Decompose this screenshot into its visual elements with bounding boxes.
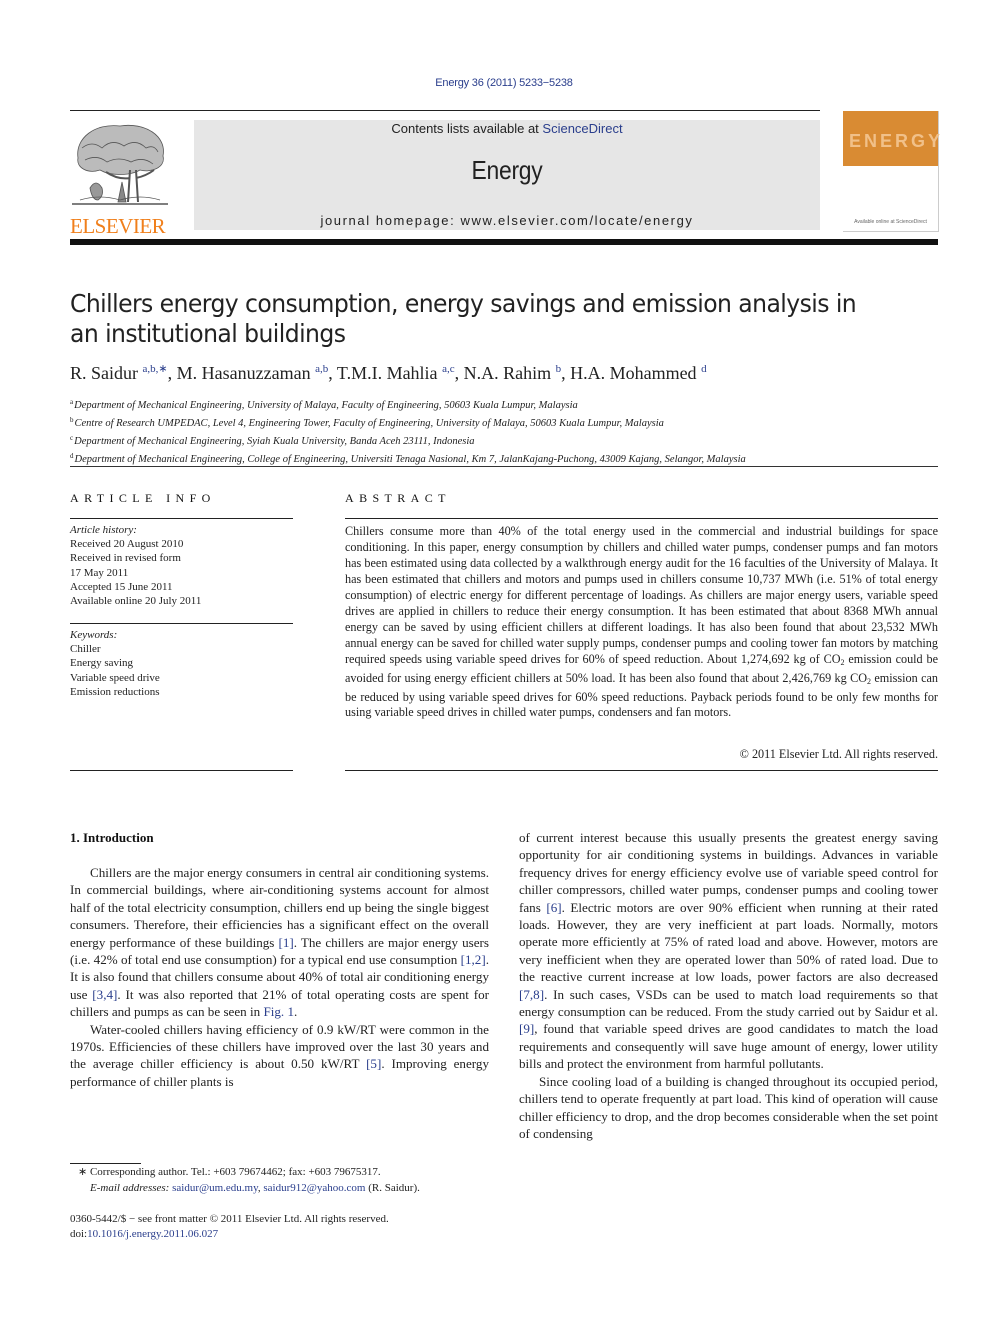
divider [345,770,938,771]
article-history: Article history: Received 20 August 2010… [70,523,293,608]
elsevier-wordmark: ELSEVIER [70,214,166,238]
paragraph-text: . [294,1004,298,1020]
corresponding-author-line: ∗ Corresponding author. Tel.: +603 79674… [78,1166,381,1178]
affiliation: bCentre of Research UMPEDAC, Level 4, En… [70,416,664,429]
paragraph-text: . In such cases, VSDs can be used to mat… [519,986,938,1020]
citation-link[interactable]: Fig. 1 [263,1004,294,1019]
author[interactable]: M. Hasanuzzaman a,b [177,363,329,383]
affiliation: aDepartment of Mechanical Engineering, U… [70,398,578,411]
abstract-text: Chillers consume more than 40% of the to… [345,524,939,720]
keyword: Chiller [70,643,101,656]
history-label: Article history: [70,524,137,536]
paragraph-text: Since cooling load of a building is chan… [519,1073,938,1141]
history-item: Received in revised form [70,552,181,565]
sciencedirect-link[interactable]: ScienceDirect [542,121,622,136]
cover-title: ENERGY [849,131,944,151]
affiliations: aDepartment of Mechanical Engineering, U… [70,395,950,467]
citation-link[interactable]: [1,2] [461,952,486,967]
elsevier-logo[interactable]: ELSEVIER [70,118,172,238]
article-info-heading: ARTICLE INFO [70,491,216,505]
paragraph: Chillers are the major energy consumers … [70,864,489,1021]
elsevier-tree-icon [72,124,168,205]
keyword: Emission reductions [70,685,160,698]
citation-link[interactable]: [3,4] [92,987,117,1002]
paragraph-text: . Electric motors are over 90% efficient… [519,899,938,985]
article-title: Chillers energy consumption, energy savi… [70,289,857,348]
citation-link[interactable]: [6] [546,900,561,915]
email-link[interactable]: saidur912@yahoo.com [263,1182,365,1194]
footnote-rule [70,1163,141,1164]
author[interactable]: R. Saidur a,b,∗ [70,363,168,383]
divider [70,466,938,467]
history-item: Received 20 August 2010 [70,538,184,551]
body-column-right: of current interest because this usually… [519,829,938,1142]
paragraph: Since cooling load of a building is chan… [519,1073,938,1143]
citation-link[interactable]: [5] [366,1056,381,1071]
abstract-heading: ABSTRACT [345,491,451,505]
paragraph-text: , found that variable speed drives are g… [519,1021,938,1072]
journal-citation-link[interactable]: Energy 36 (2011) 5233−5238 [0,77,992,89]
corresponding-author-footnote: ∗ Corresponding author. Tel.: +603 79674… [70,1165,500,1196]
keyword: Energy saving [70,657,134,670]
journal-name: Energy [471,155,543,185]
divider [70,518,293,519]
cover-footer: Available online at ScienceDirect [854,219,927,225]
section-heading: 1. Introduction [70,830,154,845]
author-list: R. Saidur a,b,∗, M. Hasanuzzaman a,b, T.… [70,363,707,383]
citation-link[interactable]: [9] [519,1021,534,1036]
contents-line: Contents lists available at ScienceDirec… [194,121,820,136]
issn-line: 0360-5442/$ − see front matter © 2011 El… [70,1213,389,1225]
divider [345,518,938,519]
affiliation: cDepartment of Mechanical Engineering, S… [70,434,475,447]
header-thick-rule [70,239,938,245]
paragraph: of current interest because this usually… [519,829,938,1073]
divider [70,770,293,771]
keyword: Variable speed drive [70,671,160,684]
history-item: Accepted 15 June 2011 [70,580,173,593]
header-rule [70,110,820,111]
email-link[interactable]: saidur@um.edu.my [172,1182,258,1194]
divider [70,623,293,624]
body-column-left: Chillers are the major energy consumers … [70,864,489,1090]
front-matter: 0360-5442/$ − see front matter © 2011 El… [70,1212,500,1241]
affiliation: dDepartment of Mechanical Engineering, C… [70,452,746,465]
journal-cover-thumbnail[interactable]: ENERGY Available online at ScienceDirect [843,111,940,232]
author[interactable]: H.A. Mohammed d [570,363,706,383]
doi-link[interactable]: 10.1016/j.energy.2011.06.027 [87,1228,218,1240]
contents-prefix: Contents lists available at [391,121,543,136]
author[interactable]: N.A. Rahim b [464,363,562,383]
paragraph: Water-cooled chillers having efficiency … [70,1021,489,1091]
history-item: 17 May 2011 [70,566,129,579]
copyright-notice: © 2011 Elsevier Ltd. All rights reserved… [739,747,938,761]
journal-homepage[interactable]: journal homepage: www.elsevier.com/locat… [194,213,820,228]
email-line: E-mail addresses: saidur@um.edu.my, said… [90,1181,420,1194]
cover-banner: ENERGY [843,111,940,166]
keywords: Keywords: Chiller Energy saving Variable… [70,628,293,699]
history-item: Available online 20 July 2011 [70,595,202,608]
doi-line: doi:10.1016/j.energy.2011.06.027 [70,1227,219,1240]
author[interactable]: T.M.I. Mahlia a,c [337,363,455,383]
citation-link[interactable]: [1] [278,935,293,950]
citation-link[interactable]: [7,8] [519,987,544,1002]
keywords-label: Keywords: [70,629,118,641]
